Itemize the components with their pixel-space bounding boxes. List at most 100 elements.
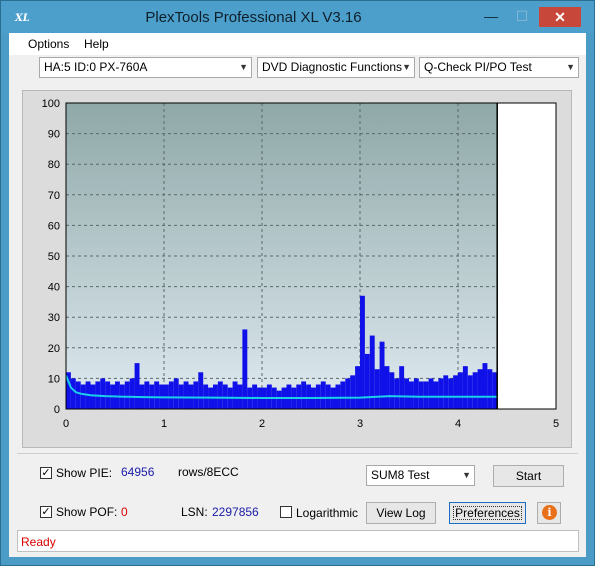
pie-bar: [144, 381, 150, 409]
y-tick-label: 80: [48, 159, 60, 171]
function-select-value: DVD Diagnostic Functions: [262, 60, 403, 74]
pie-bar: [423, 381, 429, 409]
pie-bar: [315, 384, 321, 409]
chevron-down-icon: ▼: [402, 62, 411, 72]
chevron-down-icon: ▼: [566, 62, 575, 72]
pie-bar: [453, 375, 458, 409]
close-button[interactable]: ✕: [539, 7, 581, 27]
pie-bar: [404, 378, 409, 409]
pie-bar: [482, 363, 488, 409]
sum-test-select[interactable]: SUM8 Test ▼: [366, 465, 475, 486]
lsn-value: 2297856: [212, 505, 259, 519]
preferences-button[interactable]: Preferences: [449, 502, 526, 524]
pie-bar: [286, 384, 292, 409]
pie-bar: [75, 381, 81, 409]
pie-bar: [389, 372, 395, 409]
pie-bar: [364, 353, 370, 409]
pie-bar: [350, 375, 356, 409]
start-button[interactable]: Start: [493, 465, 564, 487]
info-button[interactable]: i: [537, 502, 561, 524]
y-tick-label: 30: [48, 312, 60, 324]
pie-bar: [70, 378, 76, 409]
pie-bar: [433, 381, 439, 409]
show-pof-label: Show POF:: [56, 505, 118, 519]
pie-bar: [409, 381, 414, 409]
status-text: Ready: [21, 535, 56, 549]
x-tick-label: 3: [357, 418, 363, 430]
show-pie-label: Show PIE:: [56, 466, 113, 480]
pie-bar: [384, 366, 390, 409]
pie-bar: [443, 375, 449, 409]
pof-value: 0: [121, 505, 128, 519]
pie-bar: [467, 375, 473, 409]
x-tick-label: 4: [455, 418, 461, 430]
x-tick-label: 2: [259, 418, 265, 430]
pie-bar: [418, 381, 424, 409]
y-tick-label: 60: [48, 220, 60, 232]
pie-bar: [477, 369, 483, 409]
pie-bar: [360, 295, 365, 409]
minimize-button[interactable]: —: [477, 7, 505, 27]
show-pof-checkbox[interactable]: ✓: [40, 506, 52, 518]
menu-help-label: Help: [84, 37, 109, 51]
pie-bar: [90, 384, 96, 409]
sum-test-value: SUM8 Test: [371, 468, 430, 482]
pie-bar: [428, 378, 434, 409]
pie-bar: [355, 366, 360, 409]
pie-bar: [80, 384, 86, 409]
pie-bar: [462, 366, 468, 409]
pie-bar: [438, 378, 444, 409]
menu-help[interactable]: Help: [84, 37, 109, 51]
logarithmic-checkbox[interactable]: [280, 506, 292, 518]
pie-bar: [237, 384, 243, 409]
show-pie-checkbox[interactable]: ✓: [40, 467, 52, 479]
pie-bar: [134, 363, 140, 409]
title-bar[interactable]: XL PlexTools Professional XL V3.16 — ☐ ✕: [1, 1, 594, 33]
pie-bar: [487, 369, 493, 409]
pie-bar: [379, 341, 385, 409]
pie-bar: [276, 390, 282, 409]
y-tick-label: 70: [48, 190, 60, 202]
x-tick-label: 0: [63, 418, 69, 430]
drive-select[interactable]: HA:5 ID:0 PX-760A ▼: [39, 57, 252, 78]
pie-bar: [301, 381, 307, 409]
view-log-button[interactable]: View Log: [366, 502, 436, 524]
status-bar: Ready: [17, 530, 579, 552]
y-tick-label: 10: [48, 373, 60, 385]
pie-unit: rows/8ECC: [178, 465, 239, 479]
y-tick-label: 20: [48, 343, 60, 355]
pie-bar: [115, 381, 120, 409]
drive-select-value: HA:5 ID:0 PX-760A: [44, 60, 148, 74]
pie-bar: [173, 378, 179, 409]
function-select[interactable]: DVD Diagnostic Functions ▼: [257, 57, 415, 78]
pie-bar: [154, 381, 160, 409]
x-tick-label: 1: [161, 418, 167, 430]
window-title: PlexTools Professional XL V3.16: [145, 9, 362, 26]
y-tick-label: 0: [54, 404, 60, 416]
pie-bar: [100, 378, 106, 409]
y-tick-label: 50: [48, 251, 60, 263]
pie-bar: [335, 384, 341, 409]
pie-bar: [296, 384, 302, 409]
pie-bar: [399, 366, 405, 409]
divider: [17, 453, 578, 454]
pie-bar: [340, 381, 346, 409]
pie-bar: [217, 381, 223, 409]
menu-bar: Options Help: [9, 33, 586, 55]
y-tick-label: 90: [48, 129, 60, 141]
logarithmic-label: Logarithmic: [296, 506, 359, 520]
menu-options-label: Options: [28, 37, 70, 51]
pie-bar: [124, 381, 130, 409]
pie-value: 64956: [121, 465, 155, 479]
x-tick-label: 5: [553, 418, 559, 430]
pie-bar: [458, 372, 463, 409]
test-select-value: Q-Check PI/PO Test: [424, 60, 532, 74]
pie-bar: [168, 381, 174, 409]
lsn-label: LSN:: [181, 505, 208, 519]
chevron-down-icon: ▼: [239, 62, 248, 72]
menu-options[interactable]: Options: [28, 37, 69, 51]
test-select[interactable]: Q-Check PI/PO Test ▼: [419, 57, 579, 78]
pie-bar: [198, 372, 204, 409]
maximize-button[interactable]: ☐: [507, 7, 537, 27]
pie-bar: [129, 378, 135, 409]
